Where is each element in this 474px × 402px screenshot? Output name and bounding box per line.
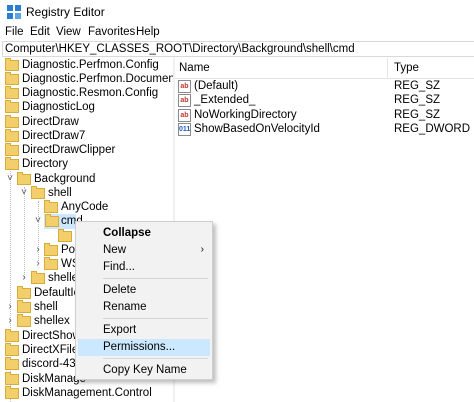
folder-icon xyxy=(31,271,45,284)
folder-icon xyxy=(58,229,72,242)
tree-item-label: DiagnosticLog xyxy=(22,101,95,113)
tree-item-label: Directory xyxy=(22,158,69,170)
menu-item-label: Rename xyxy=(103,301,147,313)
tree-item-label: Diagnostic.Resmon.Config xyxy=(22,87,159,99)
column-separator[interactable] xyxy=(387,58,388,78)
menu-item-permissions[interactable]: Permissions... xyxy=(78,339,210,356)
value-type: REG_SZ xyxy=(394,109,441,121)
folder-icon xyxy=(5,343,19,356)
menu-item-find[interactable]: Find... xyxy=(78,259,210,276)
value-name: (Default) xyxy=(194,80,239,92)
menu-item-label: Find... xyxy=(103,261,135,273)
tree-item-label: shellex xyxy=(34,315,70,327)
value-name: NoWorkingDirectory xyxy=(194,109,297,121)
menu-item-label: Delete xyxy=(103,284,137,296)
menu-view[interactable]: View xyxy=(56,26,81,38)
tree-item-label: DirectDraw xyxy=(22,116,79,128)
menu-item-copy-key-name[interactable]: Copy Key Name xyxy=(78,362,210,379)
menu-item-new[interactable]: New › xyxy=(78,242,210,259)
context-menu: Collapse New › Find... Delete Rename Exp… xyxy=(75,221,213,380)
tree-item-label: Background xyxy=(34,173,96,185)
folder-icon xyxy=(31,186,45,199)
string-value-icon: ab xyxy=(178,80,191,93)
value-row[interactable]: ab _Extended_ REG_SZ xyxy=(175,93,474,109)
folder-icon xyxy=(17,314,31,327)
column-header-name[interactable]: Name xyxy=(179,62,210,74)
collapse-chevron-icon[interactable]: › xyxy=(5,301,15,312)
expand-chevron-icon[interactable]: ˅ xyxy=(33,215,43,226)
menu-file[interactable]: File xyxy=(5,26,24,38)
tree-item-label: DiskManagement.Control xyxy=(22,387,152,399)
folder-icon xyxy=(44,200,58,213)
collapse-chevron-icon[interactable]: › xyxy=(5,315,15,326)
value-type: REG_DWORD xyxy=(394,123,471,135)
menu-item-collapse[interactable]: Collapse xyxy=(78,225,210,242)
registry-editor-icon xyxy=(7,5,21,19)
folder-icon xyxy=(17,300,31,313)
folder-icon xyxy=(5,100,19,113)
folder-icon xyxy=(5,115,19,128)
tree-guide-line xyxy=(24,187,25,279)
folder-icon xyxy=(5,129,19,142)
address-bar[interactable]: Computer\HKEY_CLASSES_ROOT\Directory\Bac… xyxy=(2,41,474,57)
folder-icon xyxy=(5,86,19,99)
column-header-type[interactable]: Type xyxy=(394,62,419,74)
tree-item-label: shell xyxy=(48,187,72,199)
submenu-arrow-icon: › xyxy=(200,244,204,255)
tree-item-label: shell xyxy=(34,301,58,313)
folder-icon xyxy=(5,157,19,170)
menu-item-label: Permissions... xyxy=(103,341,176,353)
menu-separator xyxy=(103,278,208,279)
tree-item-label: DirectXFile xyxy=(22,344,79,356)
menu-bar: File Edit View Favorites Help xyxy=(0,24,474,42)
title-bar: Registry Editor xyxy=(0,0,474,24)
collapse-chevron-icon[interactable]: › xyxy=(33,258,43,269)
dword-value-icon: 011 xyxy=(178,123,191,136)
value-type: REG_SZ xyxy=(394,94,441,106)
folder-icon xyxy=(5,58,19,71)
string-value-icon: ab xyxy=(178,109,191,122)
tree-item-label: AnyCode xyxy=(61,201,109,213)
menu-favorites[interactable]: Favorites xyxy=(88,26,135,38)
folder-icon xyxy=(5,357,19,370)
folder-icon xyxy=(5,143,19,156)
collapse-chevron-icon[interactable]: › xyxy=(33,244,43,255)
tree-item-label: DirectShow xyxy=(22,330,81,342)
menu-separator xyxy=(103,358,208,359)
menu-item-delete[interactable]: Delete xyxy=(78,282,210,299)
value-type: REG_SZ xyxy=(394,80,441,92)
menu-item-label: Export xyxy=(103,324,137,336)
tree-item-label: Diagnostic.Perfmon.Document xyxy=(22,73,173,85)
folder-icon xyxy=(44,257,58,270)
string-value-icon: ab xyxy=(178,94,191,107)
folder-icon xyxy=(5,386,19,399)
menu-item-export[interactable]: Export xyxy=(78,322,210,339)
tree-item-label: DirectDrawClipper xyxy=(22,144,116,156)
menu-help[interactable]: Help xyxy=(136,26,160,38)
menu-item-label: New xyxy=(103,244,127,256)
folder-icon xyxy=(17,172,31,185)
address-path: Computer\HKEY_CLASSES_ROOT\Directory\Bac… xyxy=(5,43,355,55)
expand-chevron-icon[interactable]: ˅ xyxy=(19,187,29,198)
folder-icon xyxy=(5,372,19,385)
menu-separator xyxy=(103,318,208,319)
tree-item-label: DirectDraw7 xyxy=(22,130,86,142)
value-row[interactable]: 011 ShowBasedOnVelocityId REG_DWORD xyxy=(175,122,474,138)
menu-item-label: Collapse xyxy=(103,227,151,239)
collapse-chevron-icon[interactable]: › xyxy=(19,272,29,283)
folder-icon xyxy=(44,243,58,256)
menu-edit[interactable]: Edit xyxy=(30,26,50,38)
menu-item-label: Copy Key Name xyxy=(103,364,187,376)
folder-icon xyxy=(5,72,19,85)
folder-icon xyxy=(5,329,19,342)
values-list-header: Name Type xyxy=(175,58,474,79)
menu-item-rename[interactable]: Rename xyxy=(78,299,210,316)
folder-icon xyxy=(45,214,59,227)
expand-chevron-icon[interactable]: ˅ xyxy=(5,173,15,184)
folder-icon xyxy=(17,286,31,299)
tree-item-label: Diagnostic.Perfmon.Config xyxy=(22,59,159,71)
value-name: _Extended_ xyxy=(194,94,256,106)
window-title: Registry Editor xyxy=(26,5,105,19)
value-name: ShowBasedOnVelocityId xyxy=(194,123,320,135)
